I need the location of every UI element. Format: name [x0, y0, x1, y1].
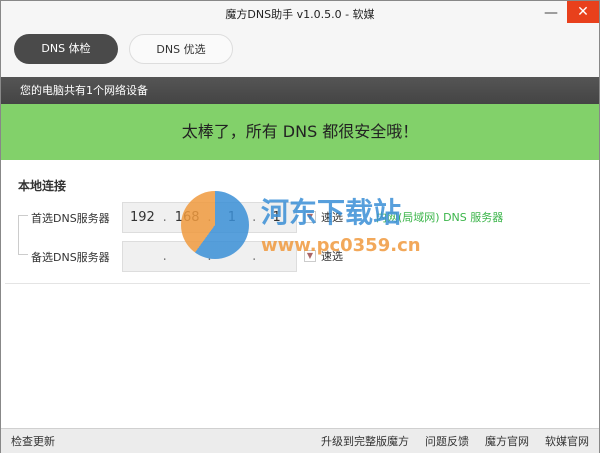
- secondary-dns-input[interactable]: . . .: [122, 241, 297, 272]
- tab-dns-optimize[interactable]: DNS 优选: [129, 34, 233, 64]
- tab-bar: DNS 体检 DNS 优选: [1, 29, 599, 77]
- upgrade-link[interactable]: 升级到完整版魔方: [321, 429, 409, 454]
- ruanmei-site-link[interactable]: 软媒官网: [545, 429, 589, 454]
- feedback-link[interactable]: 问题反馈: [425, 429, 469, 454]
- bracket-line: [18, 215, 28, 255]
- minimize-button[interactable]: —: [541, 3, 561, 23]
- ip-octet[interactable]: 192: [123, 210, 162, 225]
- ip-octet[interactable]: 1: [213, 210, 252, 225]
- divider: [5, 283, 590, 284]
- primary-dns-input[interactable]: 192. 168. 1. 1: [122, 202, 297, 233]
- primary-quick-select-dropdown[interactable]: ▼: [304, 211, 316, 223]
- status-banner: 太棒了，所有 DNS 都很安全哦！: [1, 104, 599, 160]
- ip-dot: .: [207, 249, 212, 264]
- primary-quick-select-label[interactable]: 速选: [321, 209, 343, 225]
- title-bar: 魔方DNS助手 v1.0.5.0 - 软媒 — ✕: [1, 1, 599, 29]
- primary-dns-label: 首选DNS服务器: [31, 212, 110, 225]
- ip-octet[interactable]: 1: [257, 210, 296, 225]
- device-count-bar: 您的电脑共有1个网络设备: [1, 77, 599, 104]
- ip-dot: .: [252, 249, 257, 264]
- secondary-quick-select-label[interactable]: 速选: [321, 248, 343, 264]
- close-button[interactable]: ✕: [567, 1, 599, 23]
- section-title: 本地连接: [18, 179, 67, 193]
- ip-octet[interactable]: 168: [168, 210, 207, 225]
- window-title: 魔方DNS助手 v1.0.5.0 - 软媒: [225, 8, 375, 21]
- primary-dns-note: 内网(局域网) DNS 服务器: [376, 211, 504, 224]
- secondary-dns-label: 备选DNS服务器: [31, 251, 110, 264]
- footer: 检查更新 升级到完整版魔方 问题反馈 魔方官网 软媒官网: [1, 428, 599, 453]
- ip-dot: .: [162, 249, 167, 264]
- check-update-link[interactable]: 检查更新: [11, 429, 55, 454]
- tab-dns-check[interactable]: DNS 体检: [14, 34, 118, 64]
- secondary-quick-select-dropdown[interactable]: ▼: [304, 250, 316, 262]
- mofang-site-link[interactable]: 魔方官网: [485, 429, 529, 454]
